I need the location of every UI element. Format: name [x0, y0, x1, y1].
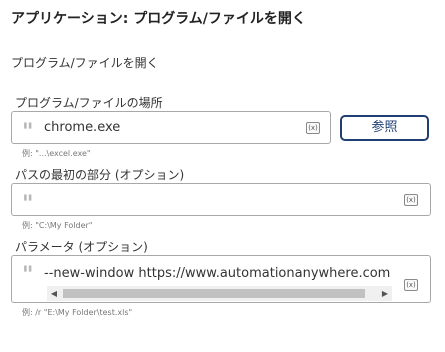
start-path-input[interactable]: " (x): [11, 183, 431, 216]
action-description: プログラム/ファイルを開く: [11, 56, 159, 70]
parameters-horizontal-scrollbar[interactable]: ◀ ▶: [47, 286, 392, 301]
parameters-value: --new-window https://www.automationanywh…: [44, 266, 391, 281]
quote-icon: ": [22, 120, 34, 135]
quote-icon: ": [22, 264, 34, 278]
start-path-hint: 例: "C:\My Folder": [22, 221, 93, 230]
parameters-label: パラメータ (オプション): [15, 240, 148, 254]
program-path-input[interactable]: " chrome.exe (x): [11, 111, 331, 144]
parameters-hint: 例: /r "E:\My Folder\test.xls": [22, 308, 133, 317]
scroll-right-arrow-icon[interactable]: ▶: [378, 286, 392, 301]
variable-insert-icon[interactable]: (x): [404, 194, 418, 206]
scrollbar-thumb[interactable]: [63, 289, 365, 298]
browse-button[interactable]: 参照: [340, 115, 429, 141]
program-path-label: プログラム/ファイルの場所: [15, 96, 163, 110]
program-path-value: chrome.exe: [44, 119, 121, 135]
panel-title: アプリケーション: プログラム/ファイルを開く: [11, 11, 306, 27]
variable-insert-icon[interactable]: (x): [404, 279, 418, 291]
program-path-hint: 例: "...\excel.exe": [22, 149, 91, 158]
quote-icon: ": [22, 192, 34, 207]
start-path-label: パスの最初の部分 (オプション): [15, 168, 185, 182]
scroll-left-arrow-icon[interactable]: ◀: [47, 286, 61, 301]
variable-insert-icon[interactable]: (x): [306, 122, 320, 134]
